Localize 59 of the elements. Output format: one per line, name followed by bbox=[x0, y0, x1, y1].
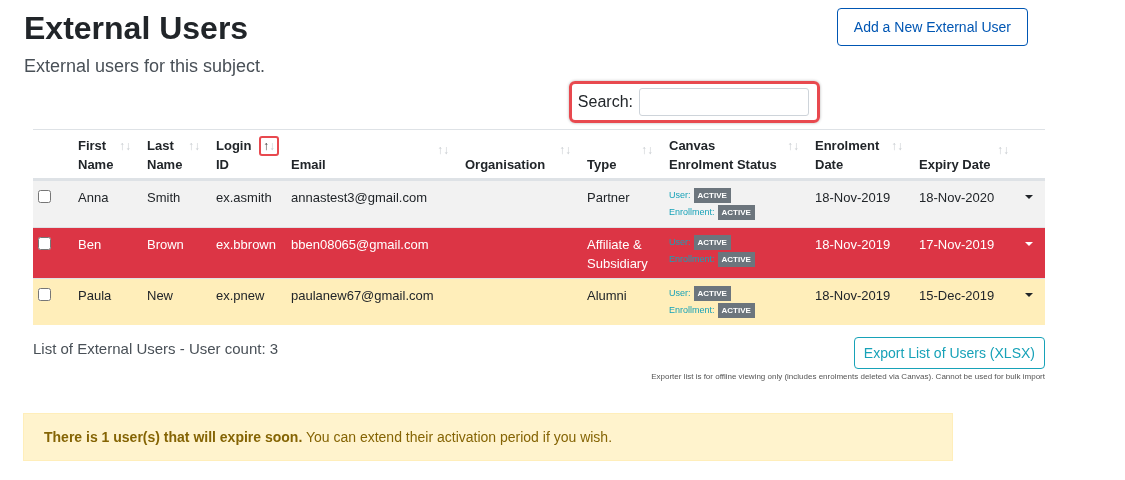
table-cell: Partner bbox=[587, 190, 630, 205]
status-label: User: bbox=[669, 189, 691, 202]
table-cell: 18-Nov-2019 bbox=[815, 237, 891, 252]
table-cell: Smith bbox=[147, 190, 181, 205]
table-cell: New bbox=[147, 288, 173, 303]
search-label: Search: bbox=[577, 93, 633, 111]
status-label: Enrollment: bbox=[669, 304, 715, 317]
column-header[interactable]: Organisation bbox=[465, 155, 546, 174]
user-count: List of External Users - User count: 3 bbox=[33, 339, 279, 357]
alert-message: There is 1 user(s) that will expire soon. You can extend their activation period if you wish. bbox=[23, 413, 953, 461]
status-label: User: bbox=[669, 287, 691, 300]
column-header[interactable]: Enrolment Date bbox=[815, 136, 887, 174]
table-cell: ex.asmith bbox=[216, 190, 272, 205]
caret-icon[interactable] bbox=[1025, 195, 1033, 199]
table-cell: ex.bbrown bbox=[216, 237, 276, 252]
table-cell: 18-Nov-2020 bbox=[919, 190, 995, 205]
table-cell: Anna bbox=[78, 190, 109, 205]
column-header[interactable]: First Name bbox=[78, 136, 115, 174]
table-cell: 15-Dec-2019 bbox=[919, 288, 995, 303]
status-label: Enrollment: bbox=[669, 253, 715, 266]
table-cell: 17-Nov-2019 bbox=[919, 237, 995, 252]
export-note: Exporter list is for offline viewing only (includes enrolments deleted via Canvas). Cannot be used for bulk import bbox=[651, 372, 1045, 381]
table-cell: Alumni bbox=[587, 288, 627, 303]
status-badge: ACTIVE bbox=[717, 303, 755, 318]
table-cell: 18-Nov-2019 bbox=[815, 190, 891, 205]
table-cell: annastest3@gmail.com bbox=[291, 190, 428, 205]
status-badge: ACTIVE bbox=[693, 188, 731, 203]
table-cell: Brown bbox=[147, 237, 184, 252]
table-cell: 18-Nov-2019 bbox=[815, 288, 891, 303]
table-cell: bben08065@gmail.com bbox=[291, 237, 429, 252]
status-label: Enrollment: bbox=[669, 206, 715, 219]
table-cell: Affiliate & Subsidiary bbox=[587, 237, 648, 271]
column-header[interactable]: Type bbox=[587, 155, 617, 174]
table-cell: paulanew67@gmail.com bbox=[291, 288, 434, 303]
table-row[interactable]: Paula New ex.pnew paulanew67@gmail.com Alumni User: ACTIVE Enrollment: ACTIVE 18-Nov-2019 15-Dec-2019 bbox=[33, 278, 1045, 325]
table-cell: Paula bbox=[78, 288, 112, 303]
column-header[interactable]: Login ID bbox=[216, 136, 259, 174]
table-cell: Ben bbox=[78, 237, 102, 252]
page-subtitle: External users for this subject. bbox=[24, 56, 266, 77]
page-title: External Users bbox=[24, 9, 250, 48]
sort-icon[interactable]: ↑↓ bbox=[259, 136, 279, 156]
status-label: User: bbox=[669, 236, 691, 249]
row-checkbox[interactable] bbox=[38, 237, 51, 250]
status-badge: ACTIVE bbox=[693, 235, 731, 250]
table-row[interactable]: Anna Smith ex.asmith annastest3@gmail.com Partner User: ACTIVE Enrollment: ACTIVE 18-Nov-2019 18-Nov-2020 bbox=[33, 179, 1045, 228]
column-header[interactable]: Last Name bbox=[147, 136, 184, 174]
column-header[interactable]: Email bbox=[291, 155, 326, 174]
row-checkbox[interactable] bbox=[38, 190, 51, 203]
column-header[interactable]: Canvas Enrolment Status bbox=[669, 136, 783, 174]
status-badge: ACTIVE bbox=[693, 286, 731, 301]
caret-icon[interactable] bbox=[1025, 293, 1033, 297]
table-cell: ex.pnew bbox=[216, 288, 265, 303]
status-badge: ACTIVE bbox=[717, 205, 755, 220]
table-row[interactable]: Ben Brown ex.bbrown bben08065@gmail.com Affiliate & Subsidiary User: ACTIVE Enrollment: ACTIVE 18-Nov-2019 17-Nov-2019 bbox=[33, 227, 1045, 279]
status-badge: ACTIVE bbox=[717, 252, 755, 267]
search-field[interactable] bbox=[639, 88, 809, 116]
add-user-button[interactable]: Add a New External User bbox=[836, 8, 1028, 46]
column-header[interactable]: Expiry Date bbox=[919, 155, 991, 174]
row-checkbox[interactable] bbox=[38, 288, 51, 301]
